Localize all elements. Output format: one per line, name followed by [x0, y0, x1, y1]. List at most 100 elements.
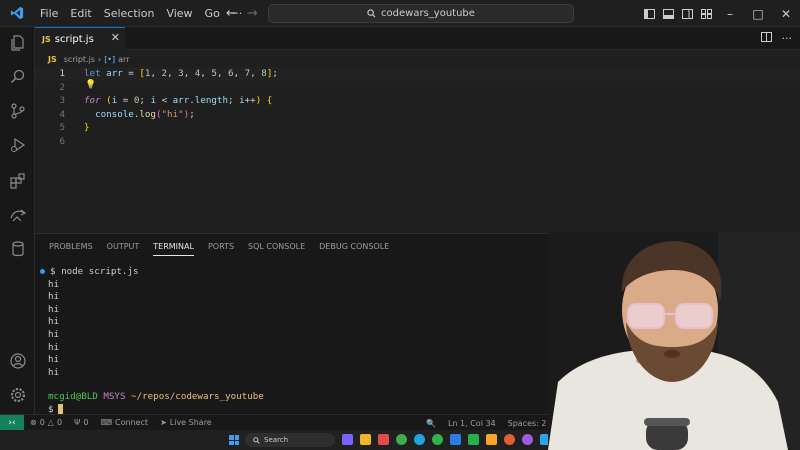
taskbar-app-icon[interactable] [396, 434, 407, 445]
taskbar-app-icon[interactable] [468, 434, 479, 445]
split-editor-icon[interactable] [760, 32, 772, 45]
tab-problems[interactable]: PROBLEMS [42, 234, 100, 259]
settings-gear-icon[interactable] [0, 379, 35, 411]
forward-arrow-icon[interactable]: → [247, 6, 258, 21]
menu-view[interactable]: View [160, 0, 198, 27]
line-number: 1 [59, 68, 65, 80]
toggle-sidebar-icon[interactable] [640, 4, 659, 23]
zoom-icon[interactable]: 🔍 [420, 419, 442, 428]
code-line-3: 3 for (i = 0; i < arr.length; i++) { [35, 94, 800, 108]
taskbar-app-icon[interactable] [378, 434, 389, 445]
terminal-output-line: hi [48, 341, 60, 353]
windows-start-icon[interactable] [229, 435, 239, 445]
breadcrumb-file[interactable]: script.js [64, 55, 95, 64]
tab-label: script.js [54, 33, 94, 45]
tab-ports[interactable]: PORTS [201, 234, 241, 259]
js-file-icon: JS [42, 34, 51, 44]
code-line-6: 6 [35, 135, 800, 149]
search-icon[interactable] [0, 61, 35, 93]
code-line-4: 4 console.log("hi"); [35, 108, 800, 122]
taskbar-search[interactable]: Search [245, 433, 335, 447]
remote-explorer-icon[interactable] [0, 199, 35, 231]
taskbar-app-icon[interactable] [450, 434, 461, 445]
problems-status[interactable]: ⊗ 0 △ 0 [24, 418, 68, 427]
extensions-icon[interactable] [0, 165, 35, 197]
taskbar-app-icon[interactable] [342, 434, 353, 445]
run-debug-icon[interactable] [0, 129, 35, 161]
vscode-logo-icon [0, 0, 34, 27]
live-share-status[interactable]: ➤ Live Share [154, 418, 218, 427]
webcam-overlay [548, 232, 800, 450]
activity-bar [0, 27, 35, 414]
search-icon [253, 436, 260, 444]
vlc-icon[interactable] [486, 434, 497, 445]
tab-script-js[interactable]: JS script.js ✕ [35, 27, 125, 50]
line-number: 4 [59, 108, 65, 120]
breadcrumb-symbol[interactable]: arr [118, 55, 129, 64]
live-share-icon: ➤ [160, 418, 167, 427]
chevron-right-icon: › [97, 54, 102, 64]
maximize-icon[interactable]: □ [744, 0, 772, 27]
editor-tabs: JS script.js ✕ ··· [35, 27, 800, 50]
menu-file[interactable]: File [34, 0, 64, 27]
line-number: 2 [59, 81, 65, 93]
tab-debug-console[interactable]: DEBUG CONSOLE [312, 234, 396, 259]
code-editor[interactable]: 1 let arr = [1, 2, 3, 4, 5, 6, 7, 8]; 💡 … [35, 64, 800, 232]
tab-terminal[interactable]: TERMINAL [146, 234, 201, 259]
title-bar: File Edit Selection View Go ··· ← → code… [0, 0, 800, 27]
tab-output[interactable]: OUTPUT [100, 234, 147, 259]
back-arrow-icon[interactable]: ← [226, 6, 237, 21]
terminal-output-line: hi [48, 303, 60, 315]
edge-icon[interactable] [414, 434, 425, 445]
toggle-secondary-sidebar-icon[interactable] [678, 4, 697, 23]
connect-status[interactable]: ⌨ Connect [94, 418, 154, 427]
warning-icon: △ [47, 418, 54, 427]
antenna-icon: Ψ [74, 418, 81, 427]
code-line-2: 2 [35, 81, 800, 95]
close-icon[interactable]: ✕ [111, 31, 120, 44]
terminal-output-line: hi [48, 329, 60, 340]
terminal-output-line: hi [48, 354, 60, 366]
terminal-output-line: hi [48, 366, 60, 378]
firefox-icon[interactable] [504, 434, 515, 445]
indentation-status[interactable]: Spaces: 2 [502, 419, 553, 428]
error-icon: ⊗ [30, 418, 37, 427]
plug-icon: ⌨ [100, 418, 112, 427]
terminal-command-line: $ node script.js [40, 266, 139, 279]
ports-status[interactable]: Ψ0 [68, 418, 94, 427]
code-line-5: 5 } [35, 121, 800, 135]
terminal-output-line: hi [48, 291, 60, 303]
code-line-1: 1 let arr = [1, 2, 3, 4, 5, 6, 7, 8]; [35, 67, 800, 81]
minimize-icon[interactable]: – [716, 0, 744, 27]
more-actions-icon[interactable]: ··· [782, 32, 793, 45]
customize-layout-icon[interactable] [697, 4, 716, 23]
js-file-icon: JS [48, 54, 57, 64]
database-icon[interactable] [0, 233, 35, 265]
command-center-text: codewars_youtube [381, 8, 475, 19]
account-icon[interactable] [0, 345, 35, 377]
command-center-search[interactable]: codewars_youtube [268, 4, 574, 23]
taskbar-app-icon[interactable] [432, 434, 443, 445]
menu-selection[interactable]: Selection [98, 0, 161, 27]
terminal-prompt-line: mcgid@BLD MSYS ~/repos/codewars_youtube [48, 391, 264, 402]
terminal-output-line: hi [48, 316, 60, 328]
terminal-output-line: hi [48, 278, 60, 290]
explorer-icon[interactable] [0, 27, 35, 59]
menu-edit[interactable]: Edit [64, 0, 97, 27]
cursor-position[interactable]: Ln 1, Col 34 [442, 419, 502, 428]
taskbar-app-icon[interactable] [522, 434, 533, 445]
terminal-cursor [57, 404, 63, 415]
toggle-panel-icon[interactable] [659, 4, 678, 23]
search-icon [367, 9, 376, 18]
source-control-icon[interactable] [0, 95, 35, 127]
tab-sql-console[interactable]: SQL CONSOLE [241, 234, 312, 259]
line-number: 3 [59, 95, 65, 107]
command-decoration-icon[interactable] [40, 269, 45, 274]
folder-icon[interactable] [360, 434, 371, 445]
line-number: 5 [59, 122, 65, 134]
remote-indicator-icon[interactable]: ›‹ [0, 414, 24, 431]
variable-symbol-icon: [•] [104, 54, 116, 64]
close-window-icon[interactable]: ✕ [772, 0, 800, 27]
line-number: 6 [59, 135, 65, 147]
menu-go[interactable]: Go [199, 0, 226, 27]
